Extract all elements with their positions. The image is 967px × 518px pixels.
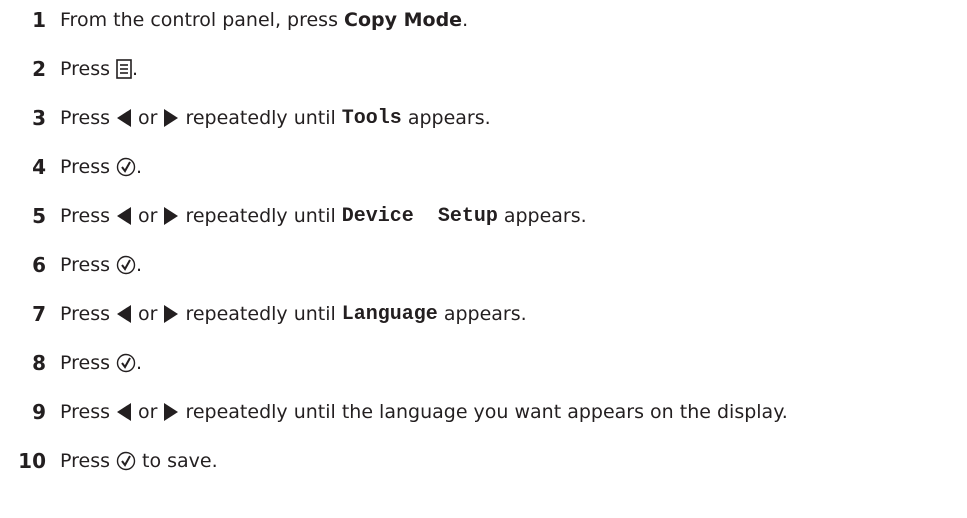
display-message: Language bbox=[341, 302, 438, 326]
step-text: . bbox=[136, 254, 143, 276]
step-number: 3 bbox=[32, 106, 46, 130]
step-4: 4 Press . bbox=[0, 149, 142, 185]
step-text: or bbox=[138, 303, 158, 325]
step-text: Press bbox=[60, 352, 111, 374]
step-text: Press bbox=[60, 58, 111, 80]
right-arrow-icon bbox=[163, 304, 179, 324]
step-number: 9 bbox=[32, 400, 46, 424]
step-2: 2 Press . bbox=[0, 51, 138, 87]
select-check-icon bbox=[116, 451, 136, 471]
step-text: From the control panel, press bbox=[60, 9, 345, 31]
left-arrow-icon bbox=[116, 108, 132, 128]
step-text: repeatedly until bbox=[185, 205, 336, 227]
step-3: 3 Press or repeatedly until Tools appear… bbox=[0, 100, 491, 136]
step-number: 4 bbox=[32, 155, 46, 179]
left-arrow-icon bbox=[116, 206, 132, 226]
step-number: 10 bbox=[18, 449, 46, 473]
step-text: . bbox=[132, 58, 139, 80]
step-5: 5 Press or repeatedly until Device Setup… bbox=[0, 198, 587, 234]
left-arrow-icon bbox=[116, 304, 132, 324]
select-check-icon bbox=[116, 255, 136, 275]
right-arrow-icon bbox=[163, 402, 179, 422]
step-text: repeatedly until bbox=[185, 303, 336, 325]
select-check-icon bbox=[116, 157, 136, 177]
step-7: 7 Press or repeatedly until Language app… bbox=[0, 296, 527, 332]
select-check-icon bbox=[116, 353, 136, 373]
step-number: 6 bbox=[32, 253, 46, 277]
step-text: Press bbox=[60, 254, 111, 276]
step-text: Press bbox=[60, 156, 111, 178]
step-text: appears. bbox=[407, 107, 491, 129]
step-text: or bbox=[138, 401, 158, 423]
step-9: 9 Press or repeatedly until the language… bbox=[0, 394, 788, 430]
right-arrow-icon bbox=[163, 206, 179, 226]
step-text: Press bbox=[60, 107, 111, 129]
menu-icon bbox=[116, 59, 132, 79]
left-arrow-icon bbox=[116, 402, 132, 422]
step-text: Press bbox=[60, 401, 111, 423]
step-number: 2 bbox=[32, 57, 46, 81]
step-text: or bbox=[138, 205, 158, 227]
step-text: appears. bbox=[443, 303, 527, 325]
step-text: repeatedly until bbox=[185, 107, 336, 129]
step-text: appears. bbox=[503, 205, 587, 227]
right-arrow-icon bbox=[163, 108, 179, 128]
step-text: Press bbox=[60, 303, 111, 325]
step-text: . bbox=[136, 156, 143, 178]
step-text: Press bbox=[60, 450, 111, 472]
button-name: Copy Mode bbox=[344, 9, 463, 31]
step-text: . bbox=[136, 352, 143, 374]
step-1: 1 From the control panel, press Copy Mod… bbox=[0, 2, 468, 38]
display-message: Tools bbox=[341, 106, 402, 130]
step-text: Press bbox=[60, 205, 111, 227]
step-text: . bbox=[462, 9, 469, 31]
display-message: Device Setup bbox=[341, 204, 498, 228]
step-8: 8 Press . bbox=[0, 345, 142, 381]
step-text: repeatedly until the language you want a… bbox=[185, 401, 788, 423]
step-10: 10 Press to save. bbox=[0, 443, 218, 479]
step-6: 6 Press . bbox=[0, 247, 142, 283]
step-number: 5 bbox=[32, 204, 46, 228]
step-text: to save. bbox=[142, 450, 218, 472]
step-number: 1 bbox=[32, 8, 46, 32]
step-number: 8 bbox=[32, 351, 46, 375]
step-number: 7 bbox=[32, 302, 46, 326]
step-text: or bbox=[138, 107, 158, 129]
